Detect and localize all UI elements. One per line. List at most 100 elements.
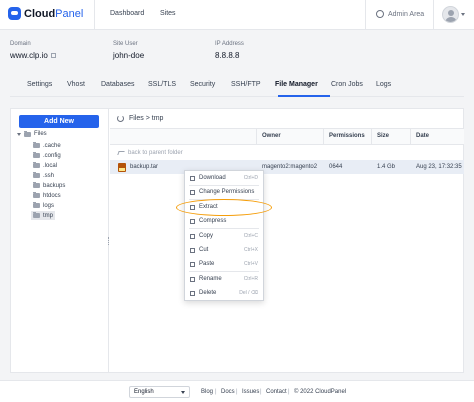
tab-file-manager[interactable]: File Manager	[275, 81, 318, 88]
menu-item-download[interactable]: Download Ctrl+D	[185, 173, 263, 184]
footer: English Blog | Docs | Issues | Contact |…	[0, 380, 474, 402]
highlight-annotation	[176, 199, 272, 216]
menu-divider	[189, 185, 259, 186]
divider	[365, 0, 366, 30]
admin-area-link[interactable]: Admin Area	[376, 10, 424, 18]
back-label: back to parent folder	[128, 150, 183, 156]
tree-item[interactable]: logs	[31, 201, 56, 210]
column-divider	[371, 129, 372, 145]
gear-icon	[376, 10, 384, 18]
footer-separator: |	[288, 389, 290, 395]
top-bar: CloudPanel Dashboard Sites Admin Area	[0, 0, 474, 30]
menu-item-compress[interactable]: Compress	[185, 216, 263, 227]
download-icon	[190, 176, 195, 181]
breadcrumb: Files > tmp	[129, 115, 164, 122]
back-to-parent-row[interactable]: back to parent folder	[110, 146, 464, 160]
menu-item-paste[interactable]: Paste Ctrl+V	[185, 259, 263, 270]
nav-dashboard[interactable]: Dashboard	[110, 10, 144, 17]
menu-divider	[189, 271, 259, 272]
folder-icon	[24, 130, 31, 137]
language-select[interactable]: English	[129, 386, 190, 398]
column-date[interactable]: Date	[416, 133, 429, 139]
tree-root-label: Files	[34, 131, 47, 137]
column-divider	[410, 129, 411, 145]
site-user-info: Site User john-doe	[113, 41, 144, 60]
archive-icon	[118, 163, 126, 172]
logo[interactable]: CloudPanel	[8, 7, 83, 20]
divider	[433, 0, 434, 30]
refresh-icon[interactable]	[117, 115, 124, 122]
tree-item-selected[interactable]: tmp	[31, 211, 56, 220]
file-permissions: 0644	[329, 164, 343, 170]
nav-sites[interactable]: Sites	[160, 10, 176, 17]
table-row[interactable]: backup.tar magento2:magento2 0644 1.4 Gb…	[110, 160, 464, 174]
tab-ssl-tls[interactable]: SSL/TLS	[148, 81, 176, 88]
tab-settings[interactable]: Settings	[27, 81, 52, 88]
menu-item-cut[interactable]: Cut Ctrl+X	[185, 245, 263, 256]
footer-link-docs[interactable]: Docs	[221, 389, 235, 395]
domain-info: Domain www.clp.io	[10, 41, 56, 60]
tab-logs[interactable]: Logs	[376, 81, 391, 88]
folder-icon	[33, 192, 40, 198]
folder-icon	[33, 172, 40, 178]
chevron-down-icon[interactable]	[461, 13, 465, 16]
chevron-down-icon	[181, 391, 185, 394]
compress-icon	[190, 219, 195, 224]
list-icon	[190, 190, 195, 195]
ip-label: IP Address	[215, 41, 244, 47]
domain-value[interactable]: www.clp.io	[10, 51, 56, 60]
chevron-down-icon[interactable]	[17, 132, 21, 136]
tab-databases[interactable]: Databases	[101, 81, 134, 88]
tab-vhost[interactable]: Vhost	[67, 81, 85, 88]
site-user-value: john-doe	[113, 51, 145, 60]
menu-item-copy[interactable]: Copy Ctrl+C	[185, 231, 263, 242]
footer-separator: |	[215, 389, 217, 395]
menu-divider	[189, 228, 259, 229]
footer-link-issues[interactable]: Issues	[242, 389, 259, 395]
tree-item[interactable]: .local	[31, 161, 59, 170]
menu-item-change-permissions[interactable]: Change Permissions	[185, 187, 263, 198]
menu-item-delete[interactable]: Delete Del / ⌫	[185, 288, 263, 299]
tab-cron-jobs[interactable]: Cron Jobs	[331, 81, 363, 88]
avatar[interactable]	[442, 6, 459, 23]
ip-value: 8.8.8.8	[215, 51, 240, 60]
tree-item[interactable]: .ssh	[31, 171, 56, 180]
column-permissions[interactable]: Permissions	[329, 133, 365, 139]
folder-tree: Add New Files .cache .config .local .ssh…	[11, 109, 109, 372]
cloud-icon	[8, 7, 21, 20]
folder-icon	[33, 152, 40, 158]
folder-icon	[33, 162, 40, 168]
site-tabs: Settings Vhost Databases SSL/TLS Securit…	[10, 75, 464, 97]
tab-ssh-ftp[interactable]: SSH/FTP	[231, 81, 261, 88]
tree-item[interactable]: .cache	[31, 141, 63, 150]
tree-item[interactable]: backups	[31, 181, 67, 190]
admin-area-label: Admin Area	[388, 10, 425, 18]
site-user-label: Site User	[113, 41, 138, 47]
column-divider	[323, 129, 324, 145]
folder-icon	[33, 142, 40, 148]
file-size: 1.4 Gb	[377, 164, 396, 170]
resize-handle[interactable]	[108, 237, 110, 245]
tree-root[interactable]: Files	[17, 130, 47, 137]
back-arrow-icon	[117, 151, 125, 155]
folder-icon	[33, 212, 40, 218]
file-name: backup.tar	[130, 164, 159, 170]
add-new-button[interactable]: Add New	[19, 115, 99, 128]
tab-security[interactable]: Security	[190, 81, 215, 88]
copyright: © 2022 CloudPanel	[294, 389, 347, 395]
menu-item-rename[interactable]: Rename Ctrl+R	[185, 274, 263, 285]
column-size[interactable]: Size	[377, 133, 389, 139]
tree-item[interactable]: htdocs	[31, 191, 63, 200]
tree-item[interactable]: .config	[31, 151, 63, 160]
path-bar: Files > tmp	[110, 109, 464, 129]
ip-info: IP Address 8.8.8.8	[215, 41, 244, 60]
column-owner[interactable]: Owner	[262, 133, 281, 139]
footer-separator: |	[260, 389, 262, 395]
clipboard-icon	[190, 262, 195, 267]
domain-label: Domain	[10, 41, 31, 47]
column-divider	[256, 129, 257, 145]
folder-icon	[33, 182, 40, 188]
copy-icon	[190, 234, 195, 239]
footer-link-contact[interactable]: Contact	[266, 389, 287, 395]
footer-link-blog[interactable]: Blog	[201, 389, 213, 395]
